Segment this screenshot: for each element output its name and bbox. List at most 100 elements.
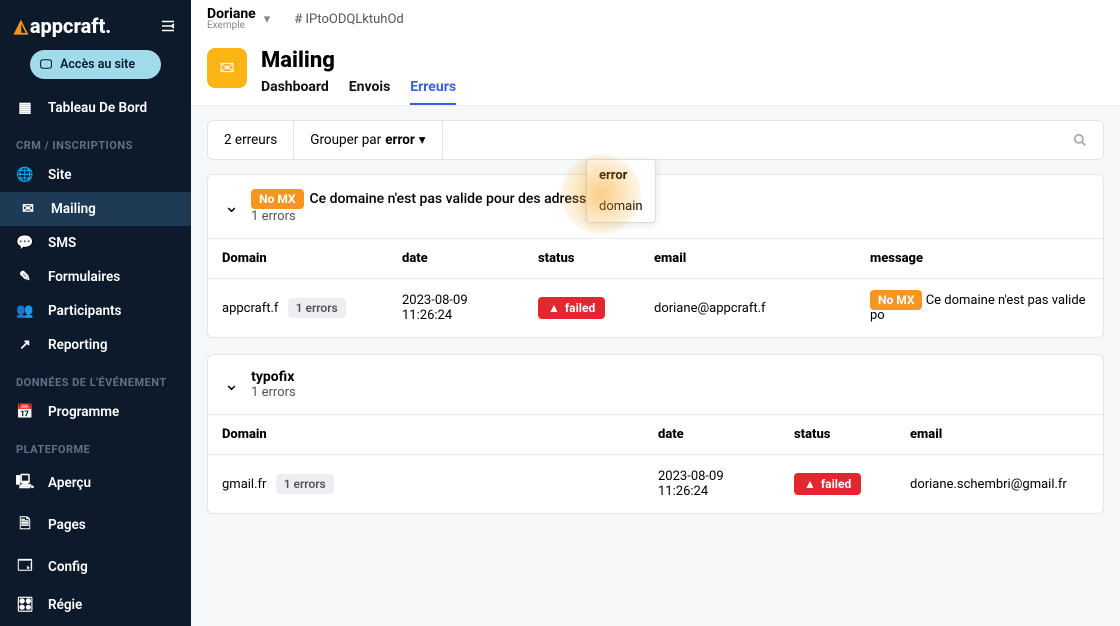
sidebar-header: ◭ appcraft.: [0, 10, 191, 48]
sidebar-item-programme[interactable]: 📅 Programme: [0, 395, 191, 429]
sidebar-item-label: Programme: [48, 404, 119, 420]
cell-message: No MX Ce domaine n'est pas valide po: [856, 279, 1103, 338]
sidebar-item-label: Aperçu: [48, 475, 91, 491]
sidebar-item-regie[interactable]: 🎛 Régie: [0, 588, 191, 622]
topbar: Doriane Exemple ▾ # IPtoODQLktuhOd: [191, 0, 1120, 38]
error-group-card: ⌄ typofix 1 errors Domain date status em…: [207, 354, 1104, 514]
globe-icon: 🌐: [16, 167, 34, 183]
page-icon: ✉: [207, 48, 247, 88]
brand-logo[interactable]: ◭ appcraft.: [14, 14, 111, 38]
pencil-icon: ✎: [16, 269, 34, 285]
sidebar-item-config[interactable]: 🗔 Config: [0, 546, 191, 588]
group-header: ⌄ typofix 1 errors: [208, 355, 1103, 414]
th-date: date: [388, 239, 524, 279]
access-site-label: Accès au site: [60, 57, 135, 72]
group-by-selector[interactable]: Grouper par error ▾: [294, 121, 442, 159]
message-badge: No MX: [870, 290, 922, 310]
user-selector[interactable]: Doriane Exemple ▾: [207, 7, 270, 31]
table-row: appcraft.f 1 errors 2023-08-09 11:26:24 …: [208, 279, 1103, 338]
sidebar-item-forms[interactable]: ✎ Formulaires: [0, 260, 191, 294]
event-hash: # IPtoODQLktuhOd: [294, 12, 403, 27]
dropdown-option-domain[interactable]: domain: [587, 191, 655, 222]
group-by-dropdown: error domain: [586, 159, 656, 223]
group-title: typofix: [251, 369, 296, 385]
table-row: gmail.fr 1 errors 2023-08-09 11:26:24 ▲ …: [208, 455, 1103, 514]
domain-text: gmail.fr: [222, 477, 266, 492]
group-by-label: Grouper par: [310, 132, 381, 148]
sidebar-item-label: Mailing: [51, 201, 96, 217]
sidebar-item-reporting[interactable]: ↗ Reporting: [0, 328, 191, 362]
sidebar-item-participants[interactable]: 👥 Participants: [0, 294, 191, 328]
calendar-icon: 📅: [16, 404, 34, 420]
sidebar-item-label: Régie: [48, 597, 82, 613]
search-icon: [1073, 133, 1087, 147]
expand-toggle-icon[interactable]: ⌄: [224, 374, 239, 395]
cell-date: 2023-08-09 11:26:24: [644, 455, 780, 514]
sidebar-item-dashboard[interactable]: ▦ Tableau De Bord: [0, 91, 191, 125]
sidebar-item-label: Participants: [48, 303, 121, 319]
hash-icon: #: [294, 12, 302, 27]
cell-status: ▲ failed: [524, 279, 640, 338]
domain-text: appcraft.f: [222, 301, 278, 316]
brand-name: appcraft.: [30, 14, 111, 38]
group-subcount: 1 errors: [251, 385, 296, 400]
warning-icon: ▲: [804, 477, 816, 491]
access-site-button[interactable]: 🖵 Accès au site: [30, 50, 161, 79]
logo-icon: ◭: [14, 16, 28, 37]
cell-email: doriane@appcraft.f: [640, 279, 856, 338]
user-name: Doriane: [207, 7, 256, 21]
tab-erreurs[interactable]: Erreurs: [410, 79, 456, 105]
th-domain: Domain: [208, 415, 644, 455]
sidebar-item-pages[interactable]: 🗎 Pages: [0, 504, 191, 546]
mail-icon: ✉: [19, 201, 37, 217]
page-header: ✉ Mailing Dashboard Envois Erreurs: [191, 38, 1120, 106]
sidebar-item-label: Site: [48, 167, 72, 183]
domain-error-pill: 1 errors: [276, 474, 334, 494]
search-cell[interactable]: [443, 122, 1103, 158]
cell-status: ▲ failed: [780, 455, 896, 514]
th-email: email: [640, 239, 856, 279]
sidebar-item-site[interactable]: 🌐 Site: [0, 158, 191, 192]
config-icon: 🗔: [16, 555, 34, 579]
status-text: failed: [565, 301, 595, 315]
dashboard-icon: ▦: [16, 100, 34, 116]
regie-icon: 🎛: [16, 597, 34, 613]
group-subcount: 1 errors: [251, 209, 639, 224]
domain-error-pill: 1 errors: [288, 298, 346, 318]
dropdown-option-error[interactable]: error: [587, 160, 655, 191]
tab-dashboard[interactable]: Dashboard: [261, 79, 329, 105]
share-icon: ↗: [16, 337, 34, 353]
sidebar-item-label: Pages: [48, 517, 86, 533]
tab-envois[interactable]: Envois: [349, 79, 391, 105]
sidebar-section-event: DONNÉES DE L'ÉVÉNEMENT: [0, 362, 191, 395]
sidebar-item-sms[interactable]: 💬 SMS: [0, 226, 191, 260]
chevron-down-icon: ▾: [264, 12, 271, 27]
sidebar-section-platform: PLATEFORME: [0, 429, 191, 462]
sidebar-collapse-icon[interactable]: [159, 17, 177, 35]
error-table: Domain date status email gmail.fr 1 erro…: [208, 414, 1103, 513]
cell-domain: gmail.fr 1 errors: [208, 455, 644, 514]
group-badge: No MX: [251, 189, 303, 209]
main-area: Doriane Exemple ▾ # IPtoODQLktuhOd ✉ Mai…: [191, 0, 1120, 626]
status-badge: ▲ failed: [794, 473, 861, 495]
status-text: failed: [821, 477, 851, 491]
page-title: Mailing: [261, 48, 456, 73]
pages-icon: 🗎: [16, 513, 34, 537]
cell-date: 2023-08-09 11:26:24: [388, 279, 524, 338]
group-by-value: error: [385, 132, 415, 148]
caret-down-icon: ▾: [419, 132, 426, 148]
sidebar-item-label: SMS: [48, 235, 76, 251]
th-email: email: [896, 415, 1103, 455]
expand-toggle-icon[interactable]: ⌄: [224, 196, 239, 217]
th-date: date: [644, 415, 780, 455]
sidebar-item-mailing[interactable]: ✉ Mailing: [0, 192, 191, 226]
th-message: message: [856, 239, 1103, 279]
sidebar-item-label: Formulaires: [48, 269, 120, 285]
people-icon: 👥: [16, 303, 34, 319]
sidebar-item-apercu[interactable]: 🖳 Aperçu: [0, 462, 191, 504]
th-status: status: [780, 415, 896, 455]
error-table: Domain date status email message appcraf…: [208, 238, 1103, 337]
sidebar: ◭ appcraft. 🖵 Accès au site ▦ Tableau De…: [0, 0, 191, 626]
th-status: status: [524, 239, 640, 279]
cell-domain: appcraft.f 1 errors: [208, 279, 388, 338]
